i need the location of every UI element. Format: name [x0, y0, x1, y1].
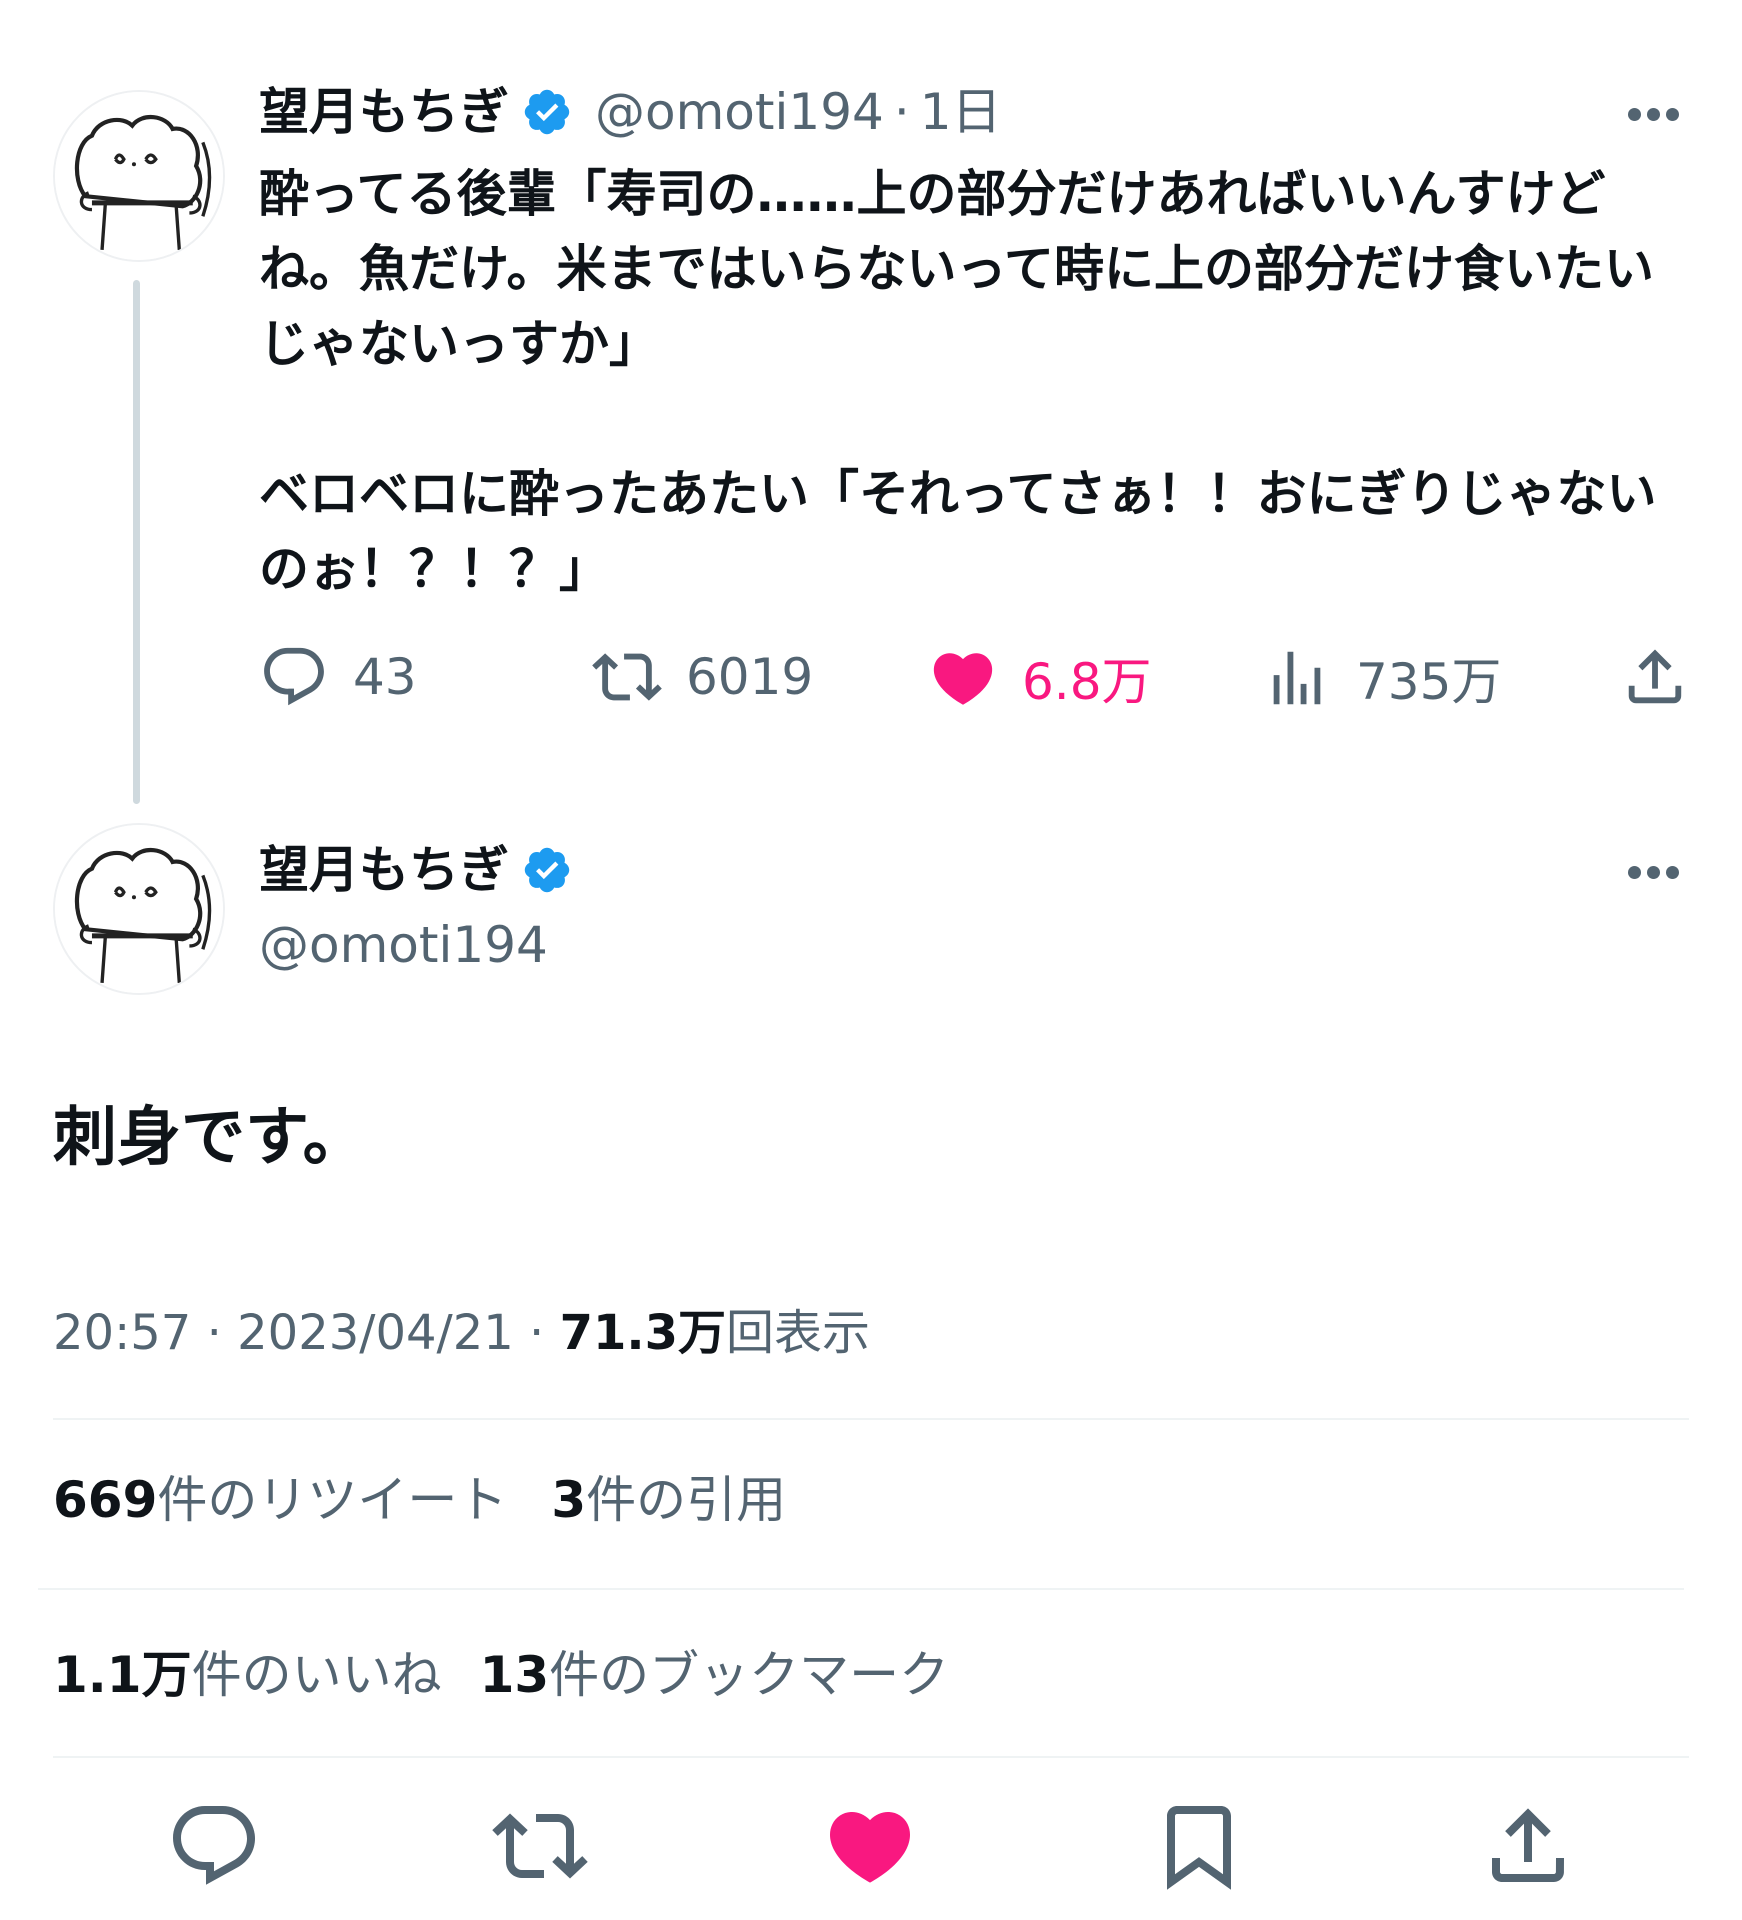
like-button[interactable]: 6.8万	[928, 642, 1152, 714]
retweet-button[interactable]: 6019	[592, 642, 813, 712]
heart-icon	[933, 653, 993, 705]
display-name[interactable]: 望月もちぎ	[259, 82, 509, 142]
like-stat[interactable]: 1.1万件のいいね	[53, 1646, 442, 1704]
views-count: 735万	[1356, 653, 1502, 711]
tweet-text: 酔ってる後輩「寿司の……上の部分だけあればいいんすけどね。魚だけ。米まではいらな…	[259, 165, 1657, 598]
handle[interactable]: @omoti194	[259, 915, 548, 975]
retweet-icon	[592, 653, 662, 701]
like-count: 6.8万	[1022, 653, 1152, 711]
display-name[interactable]: 望月もちぎ	[259, 840, 509, 900]
reply-count: 43	[353, 648, 417, 706]
divider	[53, 1418, 1689, 1420]
bookmark-stat-count: 13	[479, 1646, 550, 1704]
separator: ·	[206, 1305, 222, 1361]
avatar-illustration	[55, 825, 223, 993]
tweet-text: 刺身です。	[53, 1101, 367, 1175]
share-icon	[1628, 649, 1682, 704]
like-stat-count: 1.1万	[53, 1646, 192, 1704]
retweet-count: 6019	[686, 648, 814, 706]
avatar-illustration	[55, 92, 223, 260]
timestamp[interactable]: 1日	[920, 82, 1002, 142]
reply-button[interactable]: 43	[259, 642, 417, 712]
main-header: 望月もちぎ	[259, 840, 573, 900]
engagement-stats-row: 1.1万件のいいね 13件のブックマーク	[53, 1643, 949, 1707]
heart-icon[interactable]	[822, 1798, 918, 1894]
more-icon[interactable]	[1628, 106, 1690, 122]
separator: ·	[529, 1305, 545, 1361]
like-stat-label: 件のいいね	[191, 1646, 442, 1704]
reply-icon[interactable]	[166, 1798, 262, 1894]
quote-stat-label: 件の引用	[586, 1471, 787, 1529]
retweet-stat[interactable]: 669件のリツイート	[53, 1471, 507, 1529]
tweet-time[interactable]: 20:57	[53, 1305, 191, 1361]
views-button[interactable]: 735万	[1262, 642, 1501, 714]
more-icon[interactable]	[1628, 864, 1690, 880]
tweet-date[interactable]: 2023/04/21	[237, 1305, 514, 1361]
bookmark-icon[interactable]	[1151, 1798, 1247, 1894]
share-icon[interactable]	[1480, 1798, 1576, 1894]
thread-line	[133, 280, 140, 804]
handle[interactable]: @omoti194	[595, 82, 884, 142]
quote-stat-count: 3	[551, 1471, 587, 1529]
bookmark-stat-label: 件のブックマーク	[549, 1646, 950, 1704]
avatar[interactable]	[53, 823, 225, 995]
separator: ·	[893, 83, 910, 141]
retweet-icon[interactable]	[492, 1798, 588, 1894]
verified-badge-icon	[524, 89, 570, 135]
parent-header: 望月もちぎ @omoti194 · 1日	[259, 82, 1002, 142]
quote-stat[interactable]: 3件の引用	[551, 1471, 786, 1529]
divider	[53, 1756, 1689, 1758]
share-button[interactable]	[1620, 642, 1690, 712]
reply-icon	[264, 647, 324, 706]
engagement-stats-row: 669件のリツイート 3件の引用	[53, 1468, 786, 1532]
verified-badge-icon	[524, 847, 570, 893]
avatar[interactable]	[53, 90, 225, 262]
divider	[38, 1588, 1684, 1590]
view-count: 71.3万	[559, 1305, 727, 1361]
retweet-stat-count: 669	[53, 1471, 158, 1529]
tweet-meta: 20:57 · 2023/04/21 · 71.3万回表示	[53, 1303, 870, 1363]
bookmark-stat[interactable]: 13件のブックマーク	[480, 1646, 950, 1704]
retweet-stat-label: 件のリツイート	[157, 1471, 508, 1529]
views-icon	[1273, 651, 1321, 705]
view-label: 回表示	[726, 1305, 871, 1361]
